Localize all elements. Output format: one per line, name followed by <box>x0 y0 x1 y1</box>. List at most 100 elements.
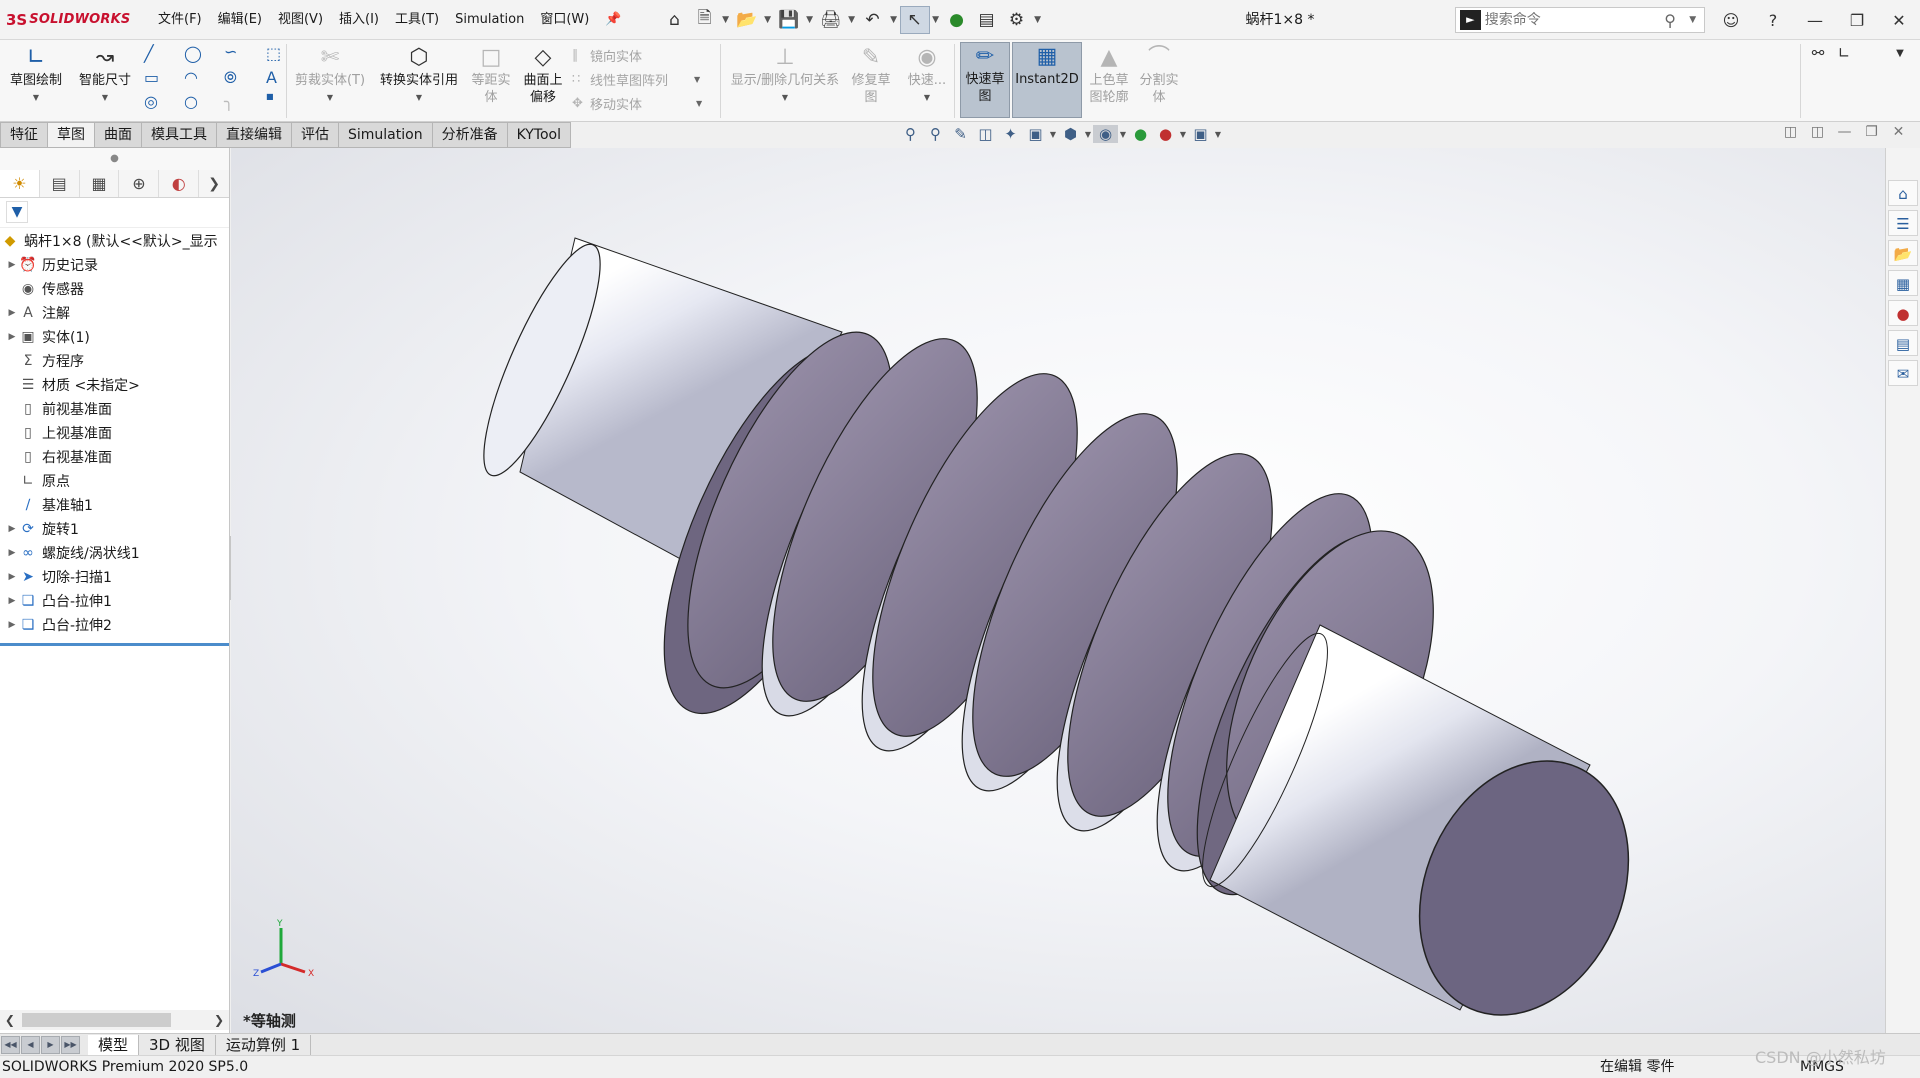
tree-item-material[interactable]: ☰ 材质 <未指定> <box>0 373 229 397</box>
viewport-minimize-icon[interactable]: — <box>1831 124 1858 140</box>
tree-item-axis1[interactable]: ∕ 基准轴1 <box>0 493 229 517</box>
search-input[interactable] <box>1484 12 1659 28</box>
fillet-icon[interactable]: ╮ <box>224 92 234 111</box>
solidworks-logo[interactable]: 3S SOLIDWORKS <box>6 11 136 29</box>
menu-simulation[interactable]: Simulation <box>447 0 532 40</box>
split-right-icon[interactable]: ◫ <box>1804 124 1831 140</box>
menu-insert[interactable]: 插入(I) <box>331 0 387 40</box>
scroll-right-icon[interactable]: ❯ <box>209 1013 229 1027</box>
design-library-icon[interactable]: ☰ <box>1888 210 1918 236</box>
solidworks-resources-icon[interactable]: ⌂ <box>1888 180 1918 206</box>
pin-icon[interactable]: 📌 <box>597 0 629 40</box>
tab-sketch[interactable]: 草图 <box>48 122 95 148</box>
forum-icon[interactable]: ✉ <box>1888 360 1918 386</box>
search-scope-icon[interactable]: ► <box>1460 10 1481 30</box>
display-relations-button[interactable]: ⊥ 显示/删除几何关系 ▼ <box>726 44 844 106</box>
expand-arrow-icon[interactable]: ▶ <box>6 524 18 534</box>
last-tab-icon[interactable]: ▶▶ <box>61 1035 80 1054</box>
tab-features[interactable]: 特征 <box>0 122 48 148</box>
polygon-icon[interactable]: ⦾ <box>224 68 237 88</box>
tree-item-boss-extrude2[interactable]: ▶ ❏ 凸台-拉伸2 <box>0 613 229 637</box>
help-icon[interactable]: ? <box>1752 11 1794 30</box>
tree-root-part[interactable]: ◆ 蜗杆1×8 (默认<<默认>_显示 <box>0 229 229 253</box>
dynamic-annotation-icon[interactable]: ✦ <box>998 125 1023 143</box>
view-orientation-icon[interactable]: ▣ <box>1023 125 1048 143</box>
print-dropdown-icon[interactable]: ▼ <box>846 6 858 34</box>
tree-item-revolve1[interactable]: ▶ ⟳ 旋转1 <box>0 517 229 541</box>
more-tabs-chevron-icon[interactable]: ❯ <box>199 170 229 197</box>
spline-icon[interactable]: ∽ <box>224 42 237 61</box>
mirror-entities-button[interactable]: ∥ 镜向实体 <box>572 46 642 65</box>
quick-snaps-button[interactable]: ◉ 快速... ▼ <box>904 44 950 106</box>
first-tab-icon[interactable]: ◀◀ <box>1 1035 20 1054</box>
custom-properties-icon[interactable]: ▤ <box>1888 330 1918 356</box>
tree-item-front-plane[interactable]: ▯ 前视基准面 <box>0 397 229 421</box>
account-icon[interactable]: ☺ <box>1710 11 1752 30</box>
edit-appearance-icon[interactable]: ● <box>1128 125 1153 143</box>
hide-show-dropdown-icon[interactable]: ▼ <box>1118 130 1128 139</box>
file-explorer-icon[interactable]: 📂 <box>1888 240 1918 266</box>
tree-item-origin[interactable]: ∟ 原点 <box>0 469 229 493</box>
print-icon[interactable]: 🖨 <box>816 6 846 34</box>
tab-direct-editing[interactable]: 直接编辑 <box>217 122 292 148</box>
filter-funnel-icon[interactable]: ▼ <box>6 201 28 223</box>
menu-window[interactable]: 窗口(W) <box>532 0 597 40</box>
sketch-mode-icon[interactable]: ∟ <box>1831 44 1857 62</box>
search-dropdown-icon[interactable]: ▼ <box>1681 15 1704 25</box>
scroll-thumb[interactable] <box>21 1013 172 1027</box>
tree-item-helix1[interactable]: ▶ ∞ 螺旋线/涡状线1 <box>0 541 229 565</box>
trim-entities-button[interactable]: ✄ 剪裁实体(T) ▼ <box>292 44 368 106</box>
open-icon[interactable]: 📂 <box>732 6 762 34</box>
linear-pattern-button[interactable]: ∷ 线性草图阵列 ▼ <box>572 70 700 89</box>
sketch-fillet-small-icon[interactable]: ⬚ <box>266 44 281 63</box>
file-properties-icon[interactable]: ▤ <box>972 6 1002 34</box>
view-palette-icon[interactable]: ▦ <box>1888 270 1918 296</box>
line-icon[interactable]: ╱ <box>144 44 154 63</box>
undo-dropdown-icon[interactable]: ▼ <box>888 6 900 34</box>
sketch-button[interactable]: ∟ 草图绘制 ▼ <box>6 44 66 106</box>
configurationmanager-tab-icon[interactable]: ▦ <box>80 170 120 197</box>
propertymanager-tab-icon[interactable]: ▤ <box>40 170 80 197</box>
display-style-icon[interactable]: ⬢ <box>1058 125 1083 143</box>
key-icon[interactable]: ⚯ <box>1805 44 1831 62</box>
tab-simulation[interactable]: Simulation <box>339 122 433 148</box>
minimize-icon[interactable]: — <box>1794 11 1836 30</box>
tab-motion-study[interactable]: 运动算例 1 <box>216 1034 312 1055</box>
convert-entities-button[interactable]: ⬡ 转换实体引用 ▼ <box>374 44 464 106</box>
tree-item-top-plane[interactable]: ▯ 上视基准面 <box>0 421 229 445</box>
previous-view-icon[interactable]: ✎ <box>948 125 973 143</box>
apply-scene-icon[interactable]: ● <box>1153 125 1178 143</box>
view-settings-icon[interactable]: ▣ <box>1188 125 1213 143</box>
tree-item-annotations[interactable]: ▶ A 注解 <box>0 301 229 325</box>
move-entities-button[interactable]: ✥ 移动实体 ▼ <box>572 94 702 113</box>
scene-dropdown-icon[interactable]: ▼ <box>1178 130 1188 139</box>
rebuild-traffic-light-icon[interactable]: ● <box>942 6 972 34</box>
next-tab-icon[interactable]: ▶ <box>41 1035 60 1054</box>
menu-edit[interactable]: 编辑(E) <box>210 0 270 40</box>
restore-icon[interactable]: ❐ <box>1836 11 1878 30</box>
display-style-dropdown-icon[interactable]: ▼ <box>1083 130 1093 139</box>
zoom-to-area-icon[interactable]: ⚲ <box>923 125 948 143</box>
view-orientation-dropdown-icon[interactable]: ▼ <box>1048 130 1058 139</box>
appearances-icon[interactable]: ● <box>1888 300 1918 326</box>
split-left-icon[interactable]: ◫ <box>1777 124 1804 140</box>
expand-arrow-icon[interactable]: ▶ <box>6 332 18 342</box>
worm-shaft-model[interactable] <box>231 148 1885 1033</box>
dimxpertmanager-tab-icon[interactable]: ⊕ <box>119 170 160 197</box>
tree-item-boss-extrude1[interactable]: ▶ ❏ 凸台-拉伸1 <box>0 589 229 613</box>
point-small-icon[interactable]: ■ <box>266 92 274 101</box>
close-icon[interactable]: ✕ <box>1878 11 1920 30</box>
featuremanager-tab-icon[interactable]: ☀ <box>0 170 40 197</box>
tree-item-right-plane[interactable]: ▯ 右视基准面 <box>0 445 229 469</box>
instant2d-button[interactable]: ▦ Instant2D <box>1012 42 1082 118</box>
panel-grip-icon[interactable]: ● <box>0 148 229 170</box>
undo-icon[interactable]: ↶ <box>858 6 888 34</box>
offset-entities-button[interactable]: □ 等距实 体 <box>466 44 516 106</box>
repair-sketch-button[interactable]: ✎ 修复草 图 <box>848 44 894 106</box>
options-gear-icon[interactable]: ⚙ <box>1002 6 1032 34</box>
arc-icon[interactable]: ◠ <box>184 68 198 87</box>
select-dropdown-icon[interactable]: ▼ <box>930 6 942 34</box>
search-icon[interactable]: ⚲ <box>1659 11 1682 30</box>
tree-item-cut-sweep1[interactable]: ▶ ➤ 切除-扫描1 <box>0 565 229 589</box>
collapse-chevron-icon[interactable]: ▼ <box>1887 48 1913 59</box>
